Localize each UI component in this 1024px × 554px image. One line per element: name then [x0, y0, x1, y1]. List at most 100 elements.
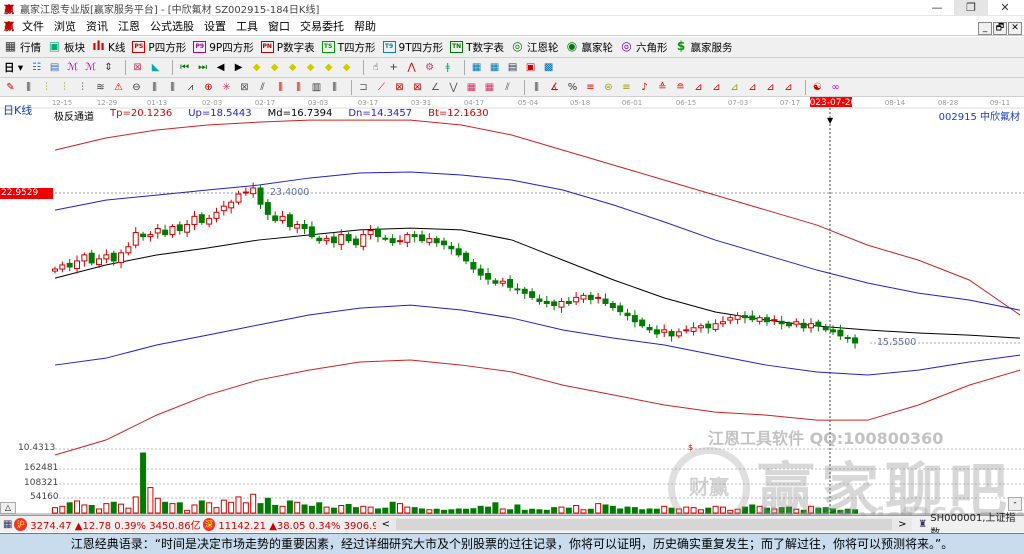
hand-icon[interactable]: ☝ [369, 61, 382, 74]
circle-icon[interactable]: ⊖ [130, 81, 143, 94]
print-icon[interactable]: ▤ [506, 61, 519, 74]
v-icon[interactable]: ⋁ [447, 81, 460, 94]
first-icon[interactable]: ⏮ [178, 61, 191, 74]
mdi-restore-button[interactable]: 🗗 [993, 22, 1007, 35]
tool-28-icon[interactable]: ⊿ [764, 81, 777, 94]
tool-18-icon[interactable]: ∡ [548, 81, 561, 94]
menu-item[interactable]: 工具 [236, 18, 258, 34]
toolbar-button-winner-wheel[interactable]: ◉ 赢家轮 [566, 40, 613, 55]
toolbar-button-blocks[interactable]: ▣ 板块 [48, 40, 85, 55]
kline-chart[interactable]: 12-15 12-29 01-13 02-03 02-17 03-03 03-17 03-31… [0, 97, 1024, 533]
toolbar-button-t-square[interactable]: TS T四方形 [321, 40, 376, 55]
menu-item[interactable]: 窗口 [268, 18, 290, 34]
period-select[interactable]: 日 ▾ [4, 60, 23, 75]
crosshair-icon[interactable]: + [387, 61, 400, 74]
tool-20-icon[interactable]: ≡ [620, 81, 633, 94]
menu-item[interactable]: 交易委托 [300, 18, 344, 34]
toolbar-button-dollar[interactable]: $ 赢家服务 [675, 40, 733, 55]
yin-yang-icon[interactable]: ☯ [811, 81, 824, 94]
toolbar-button-p-square[interactable]: PS P四方形 [132, 40, 186, 55]
text-icon[interactable]: ǂ [441, 61, 454, 74]
parallel-icon[interactable]: ⫽ [501, 81, 514, 94]
tool-3-icon[interactable]: ⫶ [76, 81, 89, 94]
tool-29-icon[interactable]: ⊿ [782, 81, 795, 94]
tool-5-icon[interactable]: ⚠ [112, 81, 125, 94]
diamond-3-icon[interactable]: ◆ [286, 61, 299, 74]
target-icon[interactable]: ⊕ [202, 81, 215, 94]
calendar-icon[interactable]: ▦ [470, 61, 483, 74]
tool-15-icon[interactable]: ⊠ [393, 81, 406, 94]
tool-14-icon[interactable]: ⊐ [357, 81, 370, 94]
fan-icon[interactable]: ⊠ [131, 61, 144, 74]
chart-type-icon[interactable]: ☷ [30, 61, 43, 74]
zigzag-icon[interactable]: ⋀ [405, 61, 418, 74]
tool-12-icon[interactable]: ▥ [310, 81, 323, 94]
gear-icon[interactable]: ⚙ [423, 61, 436, 74]
pen-icon[interactable]: ✎ [4, 81, 17, 94]
network-icon[interactable]: ▩ [542, 61, 555, 74]
sz-index-value[interactable]: 11142.21 ▲38.05 0.34% 3906.97亿 [218, 517, 376, 532]
scrollbar-thumb[interactable] [395, 518, 893, 530]
quote-grid-icon[interactable]: ▦ [3, 519, 12, 530]
tool-16-icon[interactable]: ⊠ [411, 81, 424, 94]
last-icon[interactable]: ⏭ [196, 61, 209, 74]
toolbar-button-candles[interactable]: ılı K线 [92, 40, 125, 55]
toolbar-button-t-number[interactable]: TN T数字表 [450, 40, 504, 55]
toolbar-button-grid[interactable]: ▦ 行情 [4, 40, 41, 55]
mdi-minimize-button[interactable]: _ [978, 22, 992, 35]
grid-b-icon[interactable]: ▦ [483, 81, 496, 94]
tool-24-icon[interactable]: ⊿ [692, 81, 705, 94]
diamond-2-icon[interactable]: ◆ [268, 61, 281, 74]
grid-a-icon[interactable]: ▦ [465, 81, 478, 94]
calculator-icon[interactable]: ▦ [488, 61, 501, 74]
menu-item[interactable]: 江恩 [118, 18, 140, 34]
menu-item[interactable]: 设置 [204, 18, 226, 34]
percent-icon[interactable]: % [566, 81, 579, 94]
tool-11-icon[interactable]: ⫼ [292, 81, 305, 94]
menu-item[interactable]: 帮助 [354, 18, 376, 34]
prev-icon[interactable]: ◀ [214, 61, 227, 74]
minimize-button[interactable]: — [920, 0, 954, 16]
note-icon[interactable]: ▤ [48, 61, 61, 74]
tool-26-icon[interactable]: ⊿ [728, 81, 741, 94]
tool-2-icon[interactable]: ⫶ [58, 81, 71, 94]
tool-17-icon[interactable]: ⫼ [530, 81, 543, 94]
save-icon[interactable]: ▣ [524, 61, 537, 74]
diamond-6-icon[interactable]: ◆ [340, 61, 353, 74]
angle-icon[interactable]: ∠ [429, 81, 442, 94]
expand-panel-button[interactable]: △ [0, 502, 16, 514]
tool-25-icon[interactable]: ⊿ [710, 81, 723, 94]
tool-8-icon[interactable]: ⩘ [184, 81, 197, 94]
scroll-right-button[interactable]: > [892, 519, 912, 530]
fan-lines-icon[interactable]: ⟋ [375, 81, 388, 94]
toolbar-button-9p-square[interactable]: P9 9P四方形 [193, 40, 254, 55]
tool-9-icon[interactable]: ⫽ [256, 81, 269, 94]
lines-icon[interactable]: ⫼ [22, 81, 35, 94]
tool-6-icon[interactable]: ⫼ [148, 81, 161, 94]
bar-type-icon[interactable]: ⇕ [102, 61, 115, 74]
toolbar-button-9t-square[interactable]: T9 9T四方形 [382, 40, 443, 55]
sh-index-value[interactable]: 3274.47 ▲12.78 0.39% 3450.86亿 [30, 517, 202, 532]
flag-icon[interactable]: ◣ [149, 61, 162, 74]
toolbar-button-p-number[interactable]: PN P数字表 [260, 40, 315, 55]
infinity-icon[interactable]: ∞ [829, 81, 842, 94]
tool-1-icon[interactable]: ⫶ [40, 81, 53, 94]
tool-21-icon[interactable]: ♪ [638, 81, 651, 94]
tool-23-icon[interactable]: ≘ [674, 81, 687, 94]
tool-4-icon[interactable]: ≋ [94, 81, 107, 94]
sun-icon[interactable]: ✳ [220, 81, 233, 94]
indicator-a-icon[interactable]: ℳ [66, 61, 79, 74]
tool-13-icon[interactable]: ⫼ [328, 81, 341, 94]
menu-item[interactable]: 浏览 [54, 18, 76, 34]
tool-22-icon[interactable]: ≙ [656, 81, 669, 94]
box-icon[interactable]: ⊠ [238, 81, 251, 94]
tool-10-icon[interactable]: ⫼ [274, 81, 287, 94]
menu-item[interactable]: 资讯 [86, 18, 108, 34]
coin-icon[interactable]: ⊜ [602, 81, 615, 94]
next-icon[interactable]: ▶ [232, 61, 245, 74]
scroll-left-button[interactable]: < [376, 519, 396, 530]
toolbar-button-hexagon[interactable]: ◎ 六角形 [620, 40, 667, 55]
menu-item[interactable]: 公式选股 [150, 18, 194, 34]
tool-27-icon[interactable]: ⊿ [746, 81, 759, 94]
diamond-4-icon[interactable]: ◆ [304, 61, 317, 74]
